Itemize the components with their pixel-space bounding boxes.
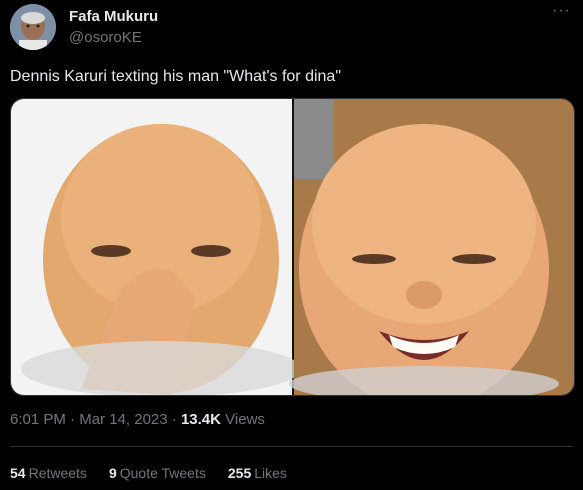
- views-label: Views: [225, 411, 265, 428]
- separator: ·: [171, 411, 177, 428]
- tweet-stats: 54 Retweets 9 Quote Tweets 255 Likes: [10, 465, 287, 481]
- quotes-count: 9: [108, 465, 117, 481]
- tweet-timestamp[interactable]: 6:01 PM · Mar 14, 2023 · 13.4K Views: [10, 411, 265, 428]
- likes-label: Likes: [254, 465, 287, 481]
- author-handle[interactable]: @osoroKE: [69, 29, 142, 46]
- more-horizontal-icon[interactable]: ···: [552, 2, 571, 20]
- tweet-time: 6:01 PM: [10, 411, 66, 428]
- tweet-media[interactable]: [10, 98, 575, 396]
- likes-stat[interactable]: 255 Likes: [228, 465, 287, 481]
- retweets-count: 54: [10, 465, 26, 481]
- tweet-text: Dennis Karuri texting his man "What's fo…: [10, 68, 341, 85]
- author-name[interactable]: Fafa Mukuru: [69, 8, 158, 25]
- views-count: 13.4K: [180, 411, 221, 428]
- quotes-label: Quote Tweets: [119, 465, 206, 481]
- quotes-stat[interactable]: 9 Quote Tweets: [109, 465, 206, 481]
- retweets-label: Retweets: [28, 465, 87, 481]
- separator: ·: [70, 411, 76, 428]
- divider: [10, 446, 573, 447]
- author-avatar[interactable]: [10, 4, 56, 50]
- tweet-date: Mar 14, 2023: [79, 411, 168, 428]
- likes-count: 255: [227, 465, 252, 481]
- media-image-right[interactable]: [289, 99, 574, 395]
- media-image-left[interactable]: [11, 99, 301, 395]
- retweets-stat[interactable]: 54 Retweets: [10, 465, 87, 481]
